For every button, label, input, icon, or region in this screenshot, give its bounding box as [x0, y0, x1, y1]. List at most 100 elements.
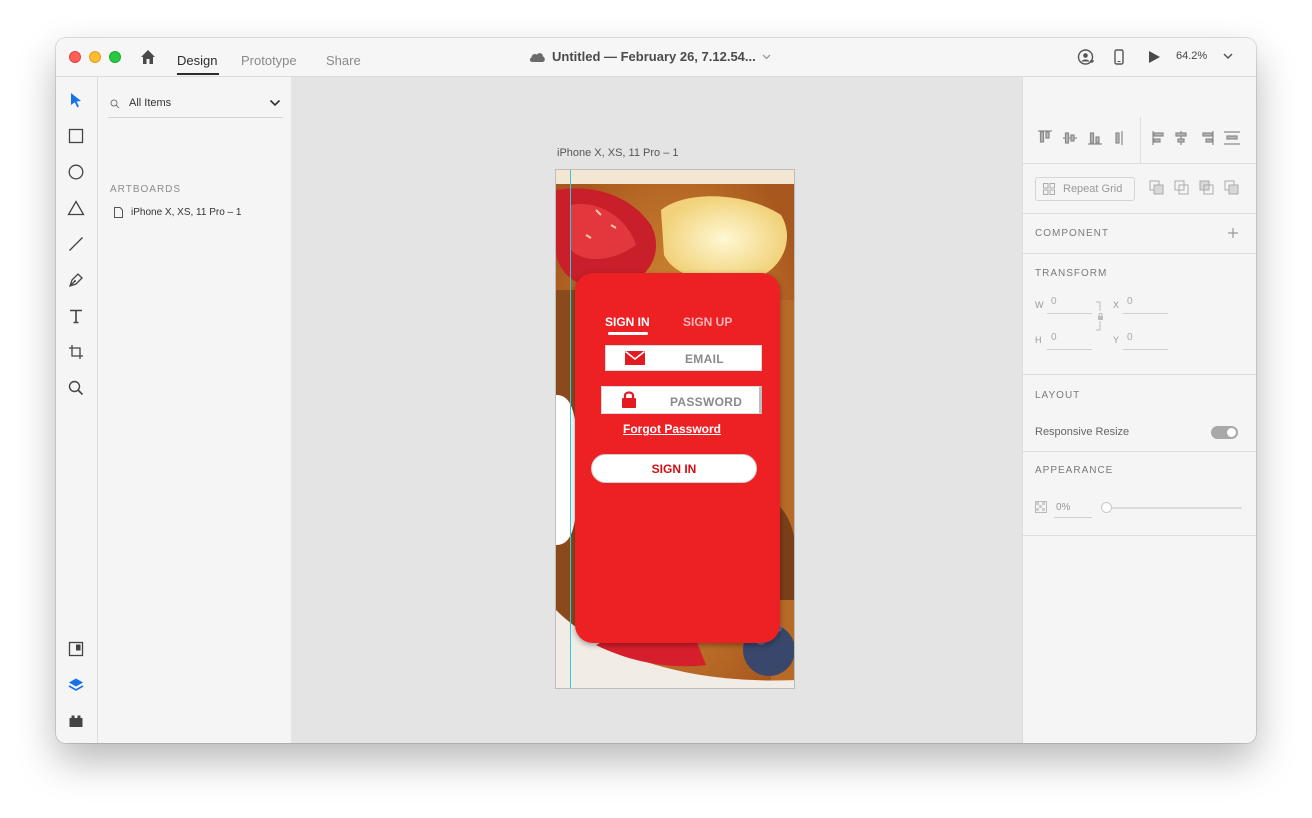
- play-icon[interactable]: [1145, 48, 1163, 66]
- password-field[interactable]: PASSWORD: [601, 386, 762, 414]
- opacity-slider-handle[interactable]: [1101, 502, 1112, 513]
- layers-panel-button[interactable]: [66, 675, 86, 695]
- text-icon: [70, 309, 82, 324]
- grid-icon: [1043, 183, 1055, 195]
- opacity-slider-track[interactable]: [1103, 507, 1242, 509]
- forgot-password-link[interactable]: Forgot Password: [623, 422, 721, 436]
- email-placeholder: EMAIL: [685, 352, 724, 366]
- transform-section-label: TRANSFORM: [1035, 268, 1108, 279]
- document-title-text: Untitled — February 26, 7.12.54...: [552, 49, 756, 64]
- phone-icon[interactable]: [1110, 48, 1128, 66]
- divider: [1023, 451, 1256, 452]
- email-field[interactable]: EMAIL: [605, 345, 762, 371]
- assets-icon: [68, 641, 84, 657]
- component-section-label: COMPONENT: [1035, 228, 1109, 239]
- appearance-section-label: APPEARANCE: [1035, 465, 1114, 476]
- width-underline: [1047, 313, 1092, 314]
- height-underline: [1047, 349, 1092, 350]
- plugins-panel-button[interactable]: [66, 711, 86, 731]
- layer-item-artboard[interactable]: iPhone X, XS, 11 Pro – 1: [114, 207, 241, 218]
- layers-search[interactable]: All Items: [108, 87, 283, 118]
- tab-sign-in[interactable]: SIGN IN: [605, 315, 650, 329]
- divider: [1140, 117, 1141, 163]
- zoom-icon: [68, 380, 84, 396]
- divider: [1023, 253, 1256, 254]
- layers-icon: [68, 678, 84, 691]
- artboard-tool[interactable]: [66, 342, 86, 362]
- plus-icon[interactable]: [1227, 227, 1239, 239]
- responsive-resize-toggle[interactable]: [1211, 426, 1238, 439]
- y-input[interactable]: 0: [1127, 332, 1133, 343]
- maximize-window-button[interactable]: [109, 51, 121, 63]
- tab-share[interactable]: Share: [326, 53, 361, 68]
- opacity-input[interactable]: 0%: [1056, 502, 1070, 513]
- home-icon[interactable]: [139, 48, 157, 66]
- lock-icon[interactable]: [1095, 301, 1105, 331]
- layout-section-label: LAYOUT: [1035, 390, 1081, 401]
- x-input[interactable]: 0: [1127, 296, 1133, 307]
- repeat-grid-button[interactable]: Repeat Grid: [1035, 177, 1135, 201]
- align-horizontal-icons[interactable]: [1151, 129, 1251, 149]
- tab-prototype[interactable]: Prototype: [241, 53, 297, 68]
- zoom-tool[interactable]: [66, 378, 86, 398]
- layers-panel: All Items ARTBOARDS iPhone X, XS, 11 Pro…: [98, 77, 291, 743]
- tab-sign-up[interactable]: SIGN UP: [683, 315, 732, 329]
- lock-icon: [622, 391, 636, 408]
- height-input[interactable]: 0: [1051, 332, 1057, 343]
- chevron-down-icon[interactable]: [269, 99, 281, 107]
- plugins-icon: [69, 715, 83, 727]
- width-input[interactable]: 0: [1051, 296, 1057, 307]
- sign-in-button[interactable]: SIGN IN: [591, 454, 757, 483]
- x-underline: [1123, 313, 1168, 314]
- chevron-down-icon: [762, 54, 771, 59]
- mail-icon: [625, 351, 645, 365]
- file-icon: [114, 207, 123, 218]
- minimize-window-button[interactable]: [89, 51, 101, 63]
- tab-design[interactable]: Design: [177, 53, 217, 68]
- opacity-underline: [1054, 517, 1092, 518]
- layout-guide: [570, 170, 571, 688]
- user-icon[interactable]: [1077, 48, 1095, 66]
- active-tab-indicator: [177, 73, 219, 75]
- pen-tool[interactable]: [66, 270, 86, 290]
- y-underline: [1123, 349, 1168, 350]
- rectangle-icon: [68, 128, 84, 144]
- polygon-tool[interactable]: [66, 198, 86, 218]
- select-icon: [71, 93, 81, 108]
- divider: [1023, 374, 1256, 375]
- close-window-button[interactable]: [69, 51, 81, 63]
- cloud-icon: [529, 52, 545, 62]
- auth-card: SIGN IN SIGN UP EMAIL PASSWORD Forgot Pa…: [575, 273, 780, 643]
- boolean-ops-icons[interactable]: [1149, 180, 1243, 196]
- divider: [1023, 213, 1256, 214]
- rectangle-tool[interactable]: [66, 126, 86, 146]
- opacity-icon: [1035, 501, 1047, 513]
- tool-bar: [56, 77, 98, 743]
- sign-in-button-label: SIGN IN: [651, 461, 697, 476]
- document-title[interactable]: Untitled — February 26, 7.12.54...: [528, 49, 771, 64]
- app-window: Design Prototype Share Untitled — Februa…: [56, 38, 1256, 743]
- chevron-down-icon[interactable]: [1221, 49, 1235, 63]
- x-label: X: [1113, 300, 1120, 310]
- zoom-level[interactable]: 64.2%: [1176, 50, 1207, 62]
- w-label: W: [1035, 300, 1044, 310]
- line-icon: [69, 237, 83, 251]
- artboard-layer-name: iPhone X, XS, 11 Pro – 1: [131, 207, 242, 218]
- align-vertical-icons[interactable]: [1037, 129, 1137, 149]
- assets-panel-button[interactable]: [66, 639, 86, 659]
- triangle-icon: [67, 200, 85, 216]
- artboard-title[interactable]: iPhone X, XS, 11 Pro – 1: [557, 147, 678, 159]
- y-label: Y: [1113, 335, 1120, 345]
- password-placeholder: PASSWORD: [670, 395, 743, 409]
- design-canvas[interactable]: iPhone X, XS, 11 Pro – 1 SIGN IN SIGN UP…: [291, 77, 1022, 743]
- artboards-section-label: ARTBOARDS: [110, 184, 182, 195]
- toggle-knob: [1227, 428, 1236, 437]
- text-tool[interactable]: [66, 306, 86, 326]
- pen-icon: [68, 273, 83, 288]
- titlebar: Design Prototype Share Untitled — Februa…: [56, 38, 1256, 77]
- ellipse-tool[interactable]: [66, 162, 86, 182]
- artboard[interactable]: SIGN IN SIGN UP EMAIL PASSWORD Forgot Pa…: [555, 169, 795, 689]
- artboard-icon: [69, 345, 83, 359]
- line-tool[interactable]: [66, 234, 86, 254]
- select-tool[interactable]: [66, 90, 86, 110]
